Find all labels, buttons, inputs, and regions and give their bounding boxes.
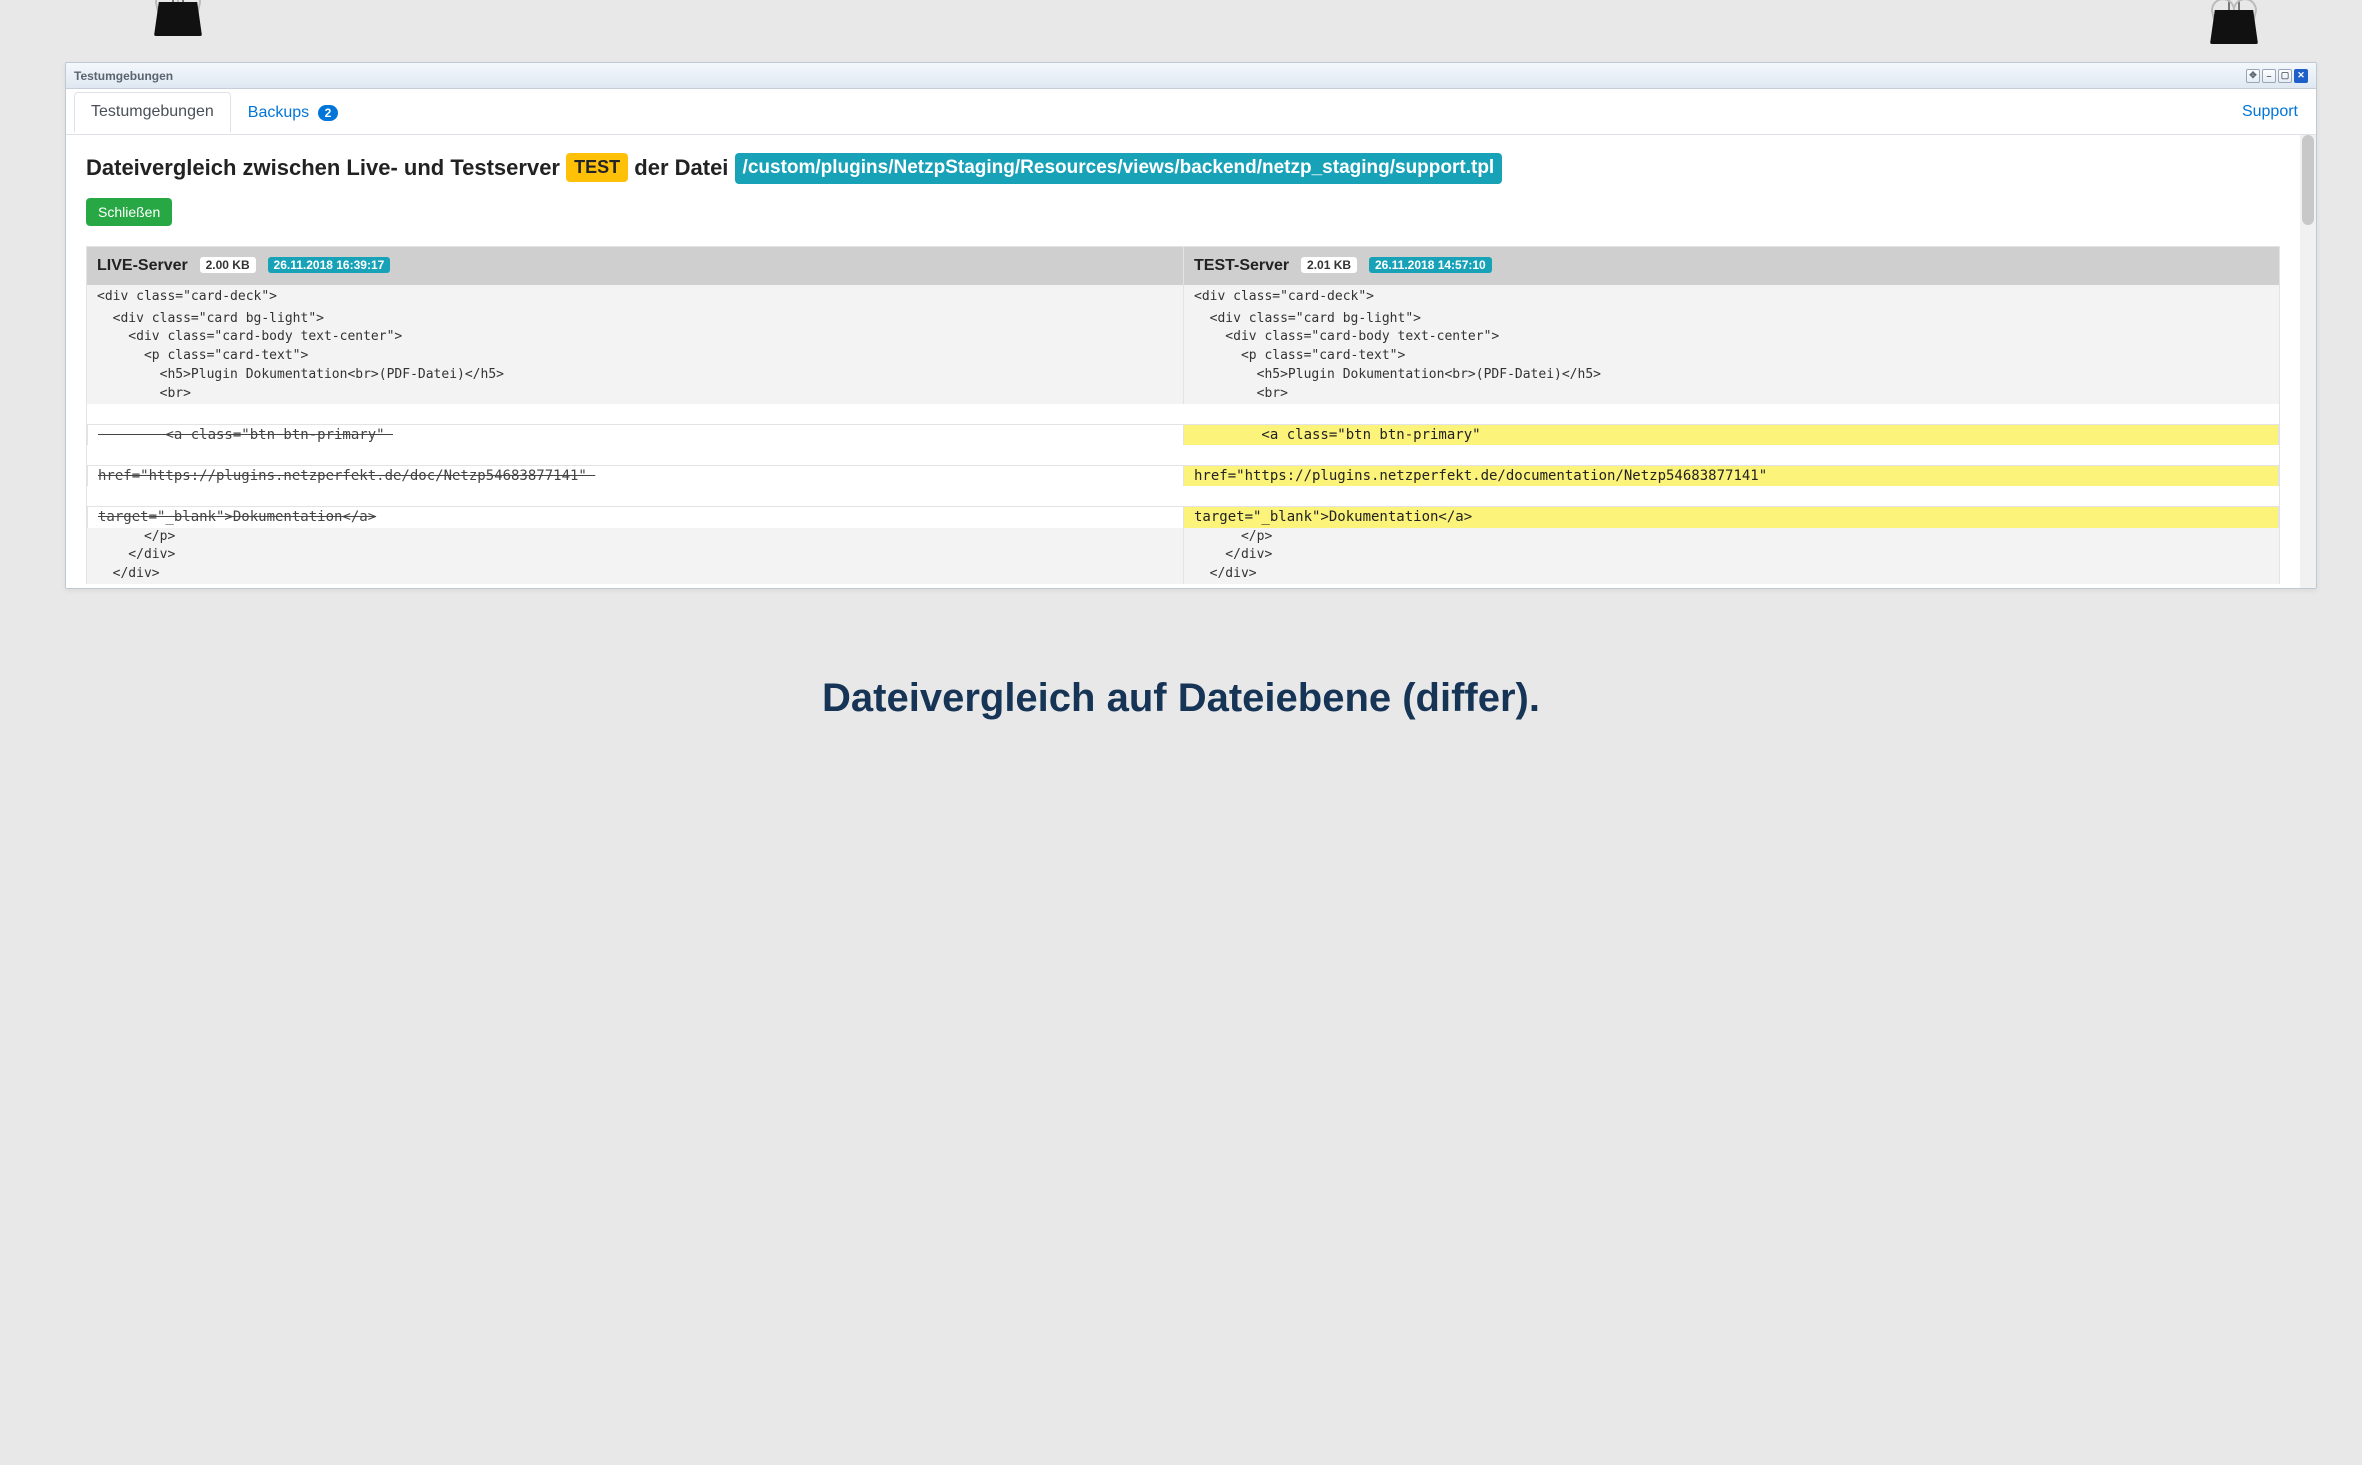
diff-cell-right: <div class="card bg-light">: [1183, 310, 2279, 329]
diff-cell-right: <br>: [1183, 385, 2279, 404]
test-server-timestamp: 26.11.2018 14:57:10: [1369, 257, 1492, 273]
diff-cell-left: </div>: [87, 546, 1183, 565]
diff-cell-left: href="https://plugins.netzperfekt.de/doc…: [88, 466, 1183, 486]
window-minimize-button[interactable]: –: [2262, 69, 2276, 83]
scrollbar-thumb[interactable]: [2302, 135, 2314, 225]
backups-count-badge: 2: [318, 105, 339, 121]
content-area: Dateivergleich zwischen Live- und Testse…: [66, 135, 2300, 588]
live-server-size: 2.00 KB: [200, 257, 256, 273]
tab-testumgebungen[interactable]: Testumgebungen: [74, 92, 231, 133]
diff-row: </p> </p>: [87, 528, 2279, 547]
diff-cell-left: <div class="card-body text-center">: [87, 328, 1183, 347]
test-server-size: 2.01 KB: [1301, 257, 1357, 273]
heading-prefix: Dateivergleich zwischen Live- und Testse…: [86, 155, 560, 180]
diff-cell-right: <p class="card-text">: [1183, 347, 2279, 366]
diff-row-changed: <a class="btn btn-primary" <a class="btn…: [87, 424, 2279, 445]
binder-clip-decoration: [2206, 0, 2262, 66]
live-server-label: LIVE-Server: [97, 257, 188, 274]
diff-cell-left: target="_blank">Dokumentation</a>: [88, 507, 1183, 527]
page-heading: Dateivergleich zwischen Live- und Testse…: [86, 153, 2280, 184]
diff-cell-right: <div class="card-body text-center">: [1183, 328, 2279, 347]
diff-cell-left: <p class="card-text">: [87, 347, 1183, 366]
window-move-button[interactable]: ✥: [2246, 69, 2260, 83]
tab-bar: Testumgebungen Backups 2 Support: [66, 89, 2316, 135]
diff-cell-left: <br>: [87, 385, 1183, 404]
diff-row: <h5>Plugin Dokumentation<br>(PDF-Datei)<…: [87, 366, 2279, 385]
slide-caption: Dateivergleich auf Dateiebene (differ).: [0, 676, 2362, 721]
binder-clip-decoration: [150, 0, 206, 58]
live-server-timestamp: 26.11.2018 16:39:17: [268, 257, 391, 273]
diff-cell-left: </p>: [87, 528, 1183, 547]
diff-row: <br> <br>: [87, 385, 2279, 404]
diff-cell-left: </div>: [87, 565, 1183, 584]
diff-cell-right: href="https://plugins.netzperfekt.de/doc…: [1183, 466, 2278, 486]
diff-row: </div> </div>: [87, 565, 2279, 584]
window: Testumgebungen ✥ – ▢ ✕ Testumgebungen Ba…: [65, 62, 2317, 589]
diff-cell-right: target="_blank">Dokumentation</a>: [1183, 507, 2278, 527]
diff-cell-right: </p>: [1183, 528, 2279, 547]
diff-row: </div> </div>: [87, 546, 2279, 565]
diff-cell-right: <h5>Plugin Dokumentation<br>(PDF-Datei)<…: [1183, 366, 2279, 385]
window-close-button[interactable]: ✕: [2294, 69, 2308, 83]
diff-row: <div class="card-deck"><div class="card-…: [87, 285, 2279, 310]
diff-header-left: LIVE-Server 2.00 KB 26.11.2018 16:39:17: [87, 247, 1183, 285]
env-badge: TEST: [566, 153, 628, 182]
diff-header-row: LIVE-Server 2.00 KB 26.11.2018 16:39:17 …: [87, 247, 2279, 285]
test-server-label: TEST-Server: [1194, 257, 1289, 274]
window-title: Testumgebungen: [74, 69, 173, 83]
window-maximize-button[interactable]: ▢: [2278, 69, 2292, 83]
diff-cell-right: <div class="card-deck">: [1183, 285, 2279, 310]
tab-backups[interactable]: Backups 2: [231, 93, 356, 133]
diff-cell-left: <div class="card bg-light">: [87, 310, 1183, 329]
tab-label: Testumgebungen: [91, 103, 214, 120]
diff-cell-right: </div>: [1183, 565, 2279, 584]
diff-cell-right: <a class="btn btn-primary": [1183, 425, 2278, 445]
diff-cell-right: </div>: [1183, 546, 2279, 565]
diff-body: <div class="card-deck"><div class="card-…: [87, 285, 2279, 585]
window-titlebar: Testumgebungen ✥ – ▢ ✕: [66, 63, 2316, 89]
vertical-scrollbar[interactable]: [2300, 135, 2316, 588]
close-button[interactable]: Schließen: [86, 198, 172, 226]
diff-cell-left: <div class="card-deck">: [87, 285, 1183, 310]
tab-label: Backups: [248, 104, 309, 121]
diff-row-changed: href="https://plugins.netzperfekt.de/doc…: [87, 465, 2279, 486]
diff-cell-left: <a class="btn btn-primary": [88, 425, 1183, 445]
diff-row: <div class="card-body text-center"> <div…: [87, 328, 2279, 347]
heading-middle: der Datei: [634, 155, 728, 180]
diff-cell-left: <h5>Plugin Dokumentation<br>(PDF-Datei)<…: [87, 366, 1183, 385]
diff-row: <div class="card bg-light"> <div class="…: [87, 310, 2279, 329]
diff-table: LIVE-Server 2.00 KB 26.11.2018 16:39:17 …: [86, 246, 2280, 585]
diff-row: <p class="card-text"> <p class="card-tex…: [87, 347, 2279, 366]
file-path-badge: /custom/plugins/NetzpStaging/Resources/v…: [735, 153, 1503, 184]
diff-header-right: TEST-Server 2.01 KB 26.11.2018 14:57:10: [1183, 247, 2279, 285]
diff-row-changed: target="_blank">Dokumentation</a>target=…: [87, 506, 2279, 527]
support-link[interactable]: Support: [2242, 103, 2308, 121]
